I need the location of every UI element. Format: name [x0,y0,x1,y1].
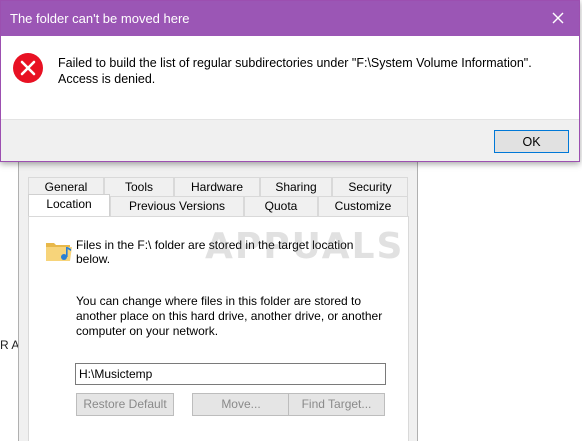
watermark: APPUALS [205,226,405,267]
dialog-titlebar: The folder can't be moved here [1,1,579,36]
restore-default-button[interactable]: Restore Default [76,393,174,416]
find-target-button[interactable]: Find Target... [288,393,385,416]
tab-tools[interactable]: Tools [104,177,174,197]
tab-hardware[interactable]: Hardware [174,177,260,197]
tab-security[interactable]: Security [332,177,408,197]
error-message: Failed to build the list of regular subd… [58,56,532,86]
tab-customize[interactable]: Customize [318,196,408,216]
target-path-input[interactable] [75,363,386,385]
properties-dialog: General Tools Hardware Sharing Security … [18,160,418,441]
move-button[interactable]: Move... [192,393,290,416]
dialog-body: Failed to build the list of regular subd… [1,36,579,119]
ok-button[interactable]: OK [494,130,569,153]
tab-sharing[interactable]: Sharing [260,177,332,197]
tab-previous-versions[interactable]: Previous Versions [110,196,244,216]
background-partial-text: R A [0,338,20,352]
location-change-text: You can change where files in this folde… [76,294,383,338]
music-folder-icon [46,243,72,261]
tab-row-bottom: Location Previous Versions Quota Customi… [28,194,408,216]
error-dialog: The folder can't be moved here Failed to… [0,0,580,162]
dialog-footer: OK [1,119,579,161]
tab-location[interactable]: Location [28,194,110,216]
tab-quota[interactable]: Quota [244,196,318,216]
dialog-title: The folder can't be moved here [10,11,190,26]
close-icon[interactable] [546,6,570,30]
error-icon [13,53,43,83]
